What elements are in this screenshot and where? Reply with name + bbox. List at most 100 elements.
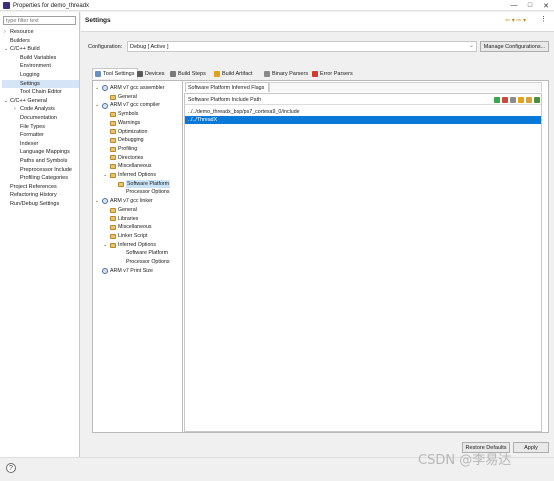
tree-item-miscellaneous[interactable]: Miscellaneous (95, 223, 183, 232)
tab-label: Build Steps (178, 70, 206, 77)
chevron-down-icon[interactable]: ⌄ (95, 84, 100, 93)
tree-item-label: General (118, 206, 137, 213)
tree-item-libraries[interactable]: Libraries (95, 215, 183, 224)
sidebar-item-paths-and-symbols[interactable]: Paths and Symbols (2, 157, 79, 166)
tree-item-directories[interactable]: Directories (95, 154, 183, 163)
filter-input[interactable] (3, 16, 76, 25)
tree-item-label: Miscellaneous (118, 224, 152, 231)
tab-build-artifact[interactable]: Build Artifact (214, 68, 253, 79)
chevron-down-icon[interactable]: ⌄ (95, 197, 100, 206)
sidebar-item-formatter[interactable]: Formatter (2, 131, 79, 140)
add-workspace-icon[interactable] (502, 97, 508, 103)
sidebar-item-resource[interactable]: › Resource (2, 28, 79, 37)
tree-item-arm-v7-gcc-assembler[interactable]: ⌄ ARM v7 gcc assembler (95, 84, 183, 93)
sidebar-item-label: C/C++ Build (10, 46, 40, 53)
configuration-value: Debug [ Active ] (130, 44, 169, 50)
sidebar-item-indexer[interactable]: Indexer (2, 140, 79, 149)
tree-item-general[interactable]: General (95, 93, 183, 102)
sidebar-item-preprocessor-include[interactable]: Preprocessor Include (2, 166, 79, 175)
chevron-down-icon[interactable]: ⌄ (103, 171, 108, 180)
configuration-label: Configuration: (88, 44, 123, 50)
tree-item-inferred-options[interactable]: ⌄ Inferred Options (95, 241, 183, 250)
tab-label: Build Artifact (222, 70, 253, 77)
apply-button[interactable]: Apply (513, 442, 549, 453)
tree-item-label: Inferred Options (118, 172, 156, 179)
close-icon[interactable]: ✕ (538, 0, 554, 11)
sidebar-item-build-variables[interactable]: Build Variables (2, 54, 79, 63)
chevron-down-icon[interactable]: ⌄ (103, 241, 108, 250)
tree-item-processor-options[interactable]: Processor Options (95, 188, 183, 197)
list-item[interactable]: ../../demo_threadx_bsp/ps7_cortexa9_0/in… (185, 108, 541, 116)
sidebar-item-documentation[interactable]: Documentation (2, 114, 79, 123)
tab-software-platform-inferred-flags[interactable]: Software Platform Inferred Flags (185, 82, 269, 92)
tree-item-debugging[interactable]: Debugging (95, 136, 183, 145)
tab-devices[interactable]: Devices (137, 68, 165, 79)
page-header (81, 12, 554, 32)
menu-icon[interactable]: ⋮ (540, 16, 547, 24)
tree-item-label: Warnings (118, 119, 141, 126)
tab-binary-parsers[interactable]: Binary Parsers (264, 68, 308, 79)
tree-item-symbols[interactable]: Symbols (95, 110, 183, 119)
edit-icon[interactable] (518, 97, 524, 103)
tree-item-linker-script[interactable]: Linker Script (95, 232, 183, 241)
tree-item-general[interactable]: General (95, 206, 183, 215)
category-tree: › Resource Builders ⌄ C/C++ Build Build Varia… (2, 28, 79, 208)
sidebar-item-language-mappings[interactable]: Language Mappings (2, 148, 79, 157)
sidebar-item-label: Builders (10, 37, 30, 44)
sidebar-item-logging[interactable]: Logging (2, 71, 79, 80)
tab-error-parsers[interactable]: Error Parsers (312, 68, 353, 79)
sidebar-item-run-debug-settings[interactable]: Run/Debug Settings (2, 200, 79, 209)
tree-item-arm-v7-print-size[interactable]: ARM v7 Print Size (95, 267, 183, 276)
tree-item-label: Linker Script (118, 232, 148, 239)
sidebar-item-file-types[interactable]: File Types (2, 123, 79, 132)
tree-item-label: Inferred Options (118, 241, 156, 248)
tree-item-inferred-options[interactable]: ⌄ Inferred Options (95, 171, 183, 180)
sidebar-item-builders[interactable]: Builders (2, 37, 79, 46)
help-icon[interactable]: ? (6, 463, 16, 473)
tree-item-label: ARM v7 gcc assembler (110, 85, 165, 91)
sidebar-item-tool-chain-editor[interactable]: Tool Chain Editor (2, 88, 79, 97)
sidebar-item-label: Settings (20, 80, 40, 87)
sidebar-item-profiling-categories[interactable]: Profiling Categories (2, 174, 79, 183)
tab-label: Error Parsers (320, 70, 353, 77)
chevron-down-icon[interactable]: ⌄ (95, 101, 100, 110)
sidebar-item-project-references[interactable]: Project References (2, 183, 79, 192)
folder-icon (110, 146, 116, 152)
tree-item-arm-v7-gcc-compiler[interactable]: ⌄ ARM v7 gcc compiler (95, 101, 183, 110)
tree-item-processor-options[interactable]: Processor Options (95, 258, 183, 267)
folder-icon (110, 129, 116, 135)
sidebar-item-settings[interactable]: Settings (2, 79, 79, 89)
restore-defaults-button[interactable]: Restore Defaults (462, 442, 510, 453)
sidebar-item-refactoring-history[interactable]: Refactoring History (2, 191, 79, 200)
folder-icon (110, 216, 116, 222)
tree-item-software-platform[interactable]: Software Platform (95, 249, 183, 258)
tree-item-miscellaneous[interactable]: Miscellaneous (95, 162, 183, 171)
sidebar-item-c-c-general[interactable]: ⌄ C/C++ General (2, 97, 79, 106)
tree-item-warnings[interactable]: Warnings (95, 119, 183, 128)
chevron-down-icon[interactable]: ⌄ (469, 42, 474, 50)
tree-item-label: ARM v7 Print Size (110, 267, 153, 274)
move-down-icon[interactable] (534, 97, 540, 103)
tree-item-profiling[interactable]: Profiling (95, 145, 183, 154)
tree-item-label: Optimization (118, 128, 148, 135)
list-item[interactable]: ../../ThreadX (185, 116, 541, 124)
manage-configurations-button[interactable]: Manage Configurations... (480, 41, 549, 52)
configuration-select[interactable] (127, 41, 477, 52)
tab-label: Devices (145, 70, 165, 77)
folder-icon (110, 120, 116, 126)
tab-build-steps[interactable]: Build Steps (170, 68, 206, 79)
tree-item-software-platform[interactable]: Software Platform (95, 179, 183, 189)
tree-item-label: Debugging (118, 137, 144, 144)
back-forward-icon[interactable]: ⇦ ▾ ⇨ ▾ (505, 17, 526, 25)
minimize-icon[interactable]: — (506, 0, 522, 11)
add-icon[interactable] (494, 97, 500, 103)
sidebar-item-c-c-build[interactable]: ⌄ C/C++ Build (2, 45, 79, 54)
tab-tool-settings[interactable]: Tool Settings (92, 68, 138, 79)
sidebar-item-code-analysis[interactable]: › Code Analysis (2, 105, 79, 114)
move-up-icon[interactable] (526, 97, 532, 103)
sidebar-item-environment[interactable]: Environment (2, 62, 79, 71)
delete-icon[interactable] (510, 97, 516, 103)
tree-item-optimization[interactable]: Optimization (95, 128, 183, 137)
tree-item-arm-v7-gcc-linker[interactable]: ⌄ ARM v7 gcc linker (95, 197, 183, 206)
maximize-icon[interactable]: □ (522, 0, 538, 11)
